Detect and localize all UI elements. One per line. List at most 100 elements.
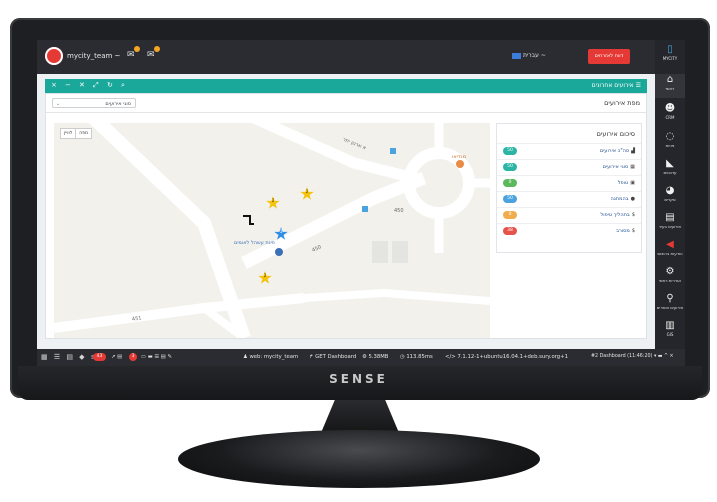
summary-row-text: בתהליך טיפול — [600, 212, 630, 218]
count-badge: 0 — [503, 179, 517, 187]
minimize-icon[interactable]: − — [65, 81, 71, 89]
dollar-icon: $ — [631, 228, 635, 234]
events-map[interactable]: לוויין מפה א ארנון יתר 450 450 451 מגדיא… — [54, 123, 490, 338]
request-info: ↱ GET Dashboard — [309, 354, 357, 360]
version-text: 7.1.12-1+ubuntu16.04.1+deb.sury.org+1 — [457, 354, 568, 360]
summary-row[interactable]: 0 בתהליך טיפול $ — [497, 207, 641, 223]
summary-row[interactable]: 0 טופל ▣ — [497, 175, 641, 191]
event-type-select-label: סוגי אירועים — [105, 101, 131, 107]
sidebar-item-settings[interactable]: ⚙ הגדרות ראשי — [655, 266, 685, 290]
event-pin[interactable]: 2 — [300, 187, 314, 201]
event-pin-count: 2 — [305, 190, 309, 195]
summary-row-label: מסורב $ — [616, 228, 635, 234]
chat-bubble-icon[interactable]: ✉ — [147, 50, 155, 60]
sidebar-item-updates[interactable]: ◣ עדכונים — [655, 158, 685, 182]
time-text: 113.85ms — [406, 354, 433, 360]
memory-text: 5.38MB — [368, 354, 389, 360]
event-pin-selected[interactable]: 1 — [274, 227, 288, 241]
alert-badge[interactable]: 43 — [93, 353, 106, 361]
events-panel: ⌄ סוגי אירועים מפת אירועים לוויין מפה א … — [45, 93, 647, 339]
event-pin-count: 2 — [271, 199, 275, 204]
db-icons[interactable]: ▭ ▬ ☰ ▤ ✎ — [141, 354, 172, 360]
dollar-icon: $ — [631, 212, 635, 218]
sidebar-item-messages[interactable]: ◀ הודעות בהיבוס — [655, 239, 685, 263]
refresh-icon[interactable]: ↻ — [107, 81, 113, 89]
summary-row-text: סוגי אירועים — [602, 164, 629, 170]
expand-icon[interactable]: ⤢ — [93, 81, 99, 90]
sidebar-logo[interactable]: ▯ MYCITY — [655, 44, 685, 61]
sidebar-item-label: אירועים ואתרים — [656, 305, 684, 310]
request-text: GET Dashboard — [315, 354, 357, 360]
team-avatar[interactable] — [45, 47, 63, 65]
summary-row-label: טופל ▣ — [618, 180, 635, 186]
summary-row[interactable]: 50 סה"כ אירועים ▟ — [497, 143, 641, 159]
sidebar-item-surveys[interactable]: ◕ סקרים — [655, 185, 685, 209]
count-badge: 38 — [503, 227, 517, 235]
events-summary: סיכום אירועים 50 סה"כ אירועים ▟ 50 סוגי א… — [496, 123, 642, 253]
map-icon: ▥ — [665, 320, 675, 331]
close-icon[interactable]: × — [51, 81, 57, 89]
count-badge: 50 — [503, 147, 517, 155]
count-badge: 50 — [503, 195, 517, 203]
report-to-citizens-button[interactable]: דווח לאזרחים — [588, 49, 630, 64]
language-selector[interactable]: עברית ~ — [512, 52, 546, 59]
sidebar-item-label: אירועים בעיר — [658, 224, 682, 229]
alert-badge[interactable]: 3 — [129, 353, 137, 361]
sidebar-item-gis[interactable]: ▥ GIS — [655, 320, 685, 344]
sidebar-item-crm[interactable]: ☻ CRM — [655, 103, 685, 127]
screen: mycity_team ~ ✉ ✉ עברית ~ דווח לאזרחים ▯… — [37, 40, 685, 366]
map-type-toggle[interactable]: לוויין מפה — [60, 128, 93, 139]
sidebar-item-places[interactable]: ⚲ אירועים ואתרים — [655, 293, 685, 317]
statusbar-icons[interactable]: ▦ ☰ ▤ ◆ ≡ — [41, 353, 99, 361]
chevron-down-icon: ⌄ — [56, 101, 61, 107]
event-pin[interactable]: 2 — [266, 196, 280, 210]
event-pin-count: 2 — [263, 274, 267, 279]
event-type-select[interactable]: ⌄ סוגי אירועים — [52, 98, 136, 108]
sidebar-item-city-events[interactable]: ▤ אירועים בעיר — [655, 212, 685, 236]
bar-chart-icon: ▟ — [631, 148, 635, 154]
rss-icon: ◣ — [666, 158, 674, 169]
megaphone-icon: ◀ — [666, 239, 674, 250]
count-badge: 0 — [503, 211, 517, 219]
map-toggle[interactable]: מפה — [75, 129, 91, 138]
summary-row[interactable]: 50 בהמתנה ● — [497, 191, 641, 207]
monitor-brand: SENSE — [329, 372, 388, 386]
event-pin[interactable]: 2 — [258, 271, 272, 285]
monitor-stand-base — [178, 430, 540, 488]
top-navbar: mycity_team ~ ✉ ✉ עברית ~ דווח לאזרחים — [37, 40, 655, 74]
memory-info: ⚙ 5.38MB — [362, 354, 389, 360]
collapse-icon[interactable]: ✕ — [79, 81, 85, 89]
map-roads — [54, 123, 490, 338]
summary-row-text: סה"כ אירועים — [599, 148, 630, 154]
poi-label: מגדיאו — [452, 154, 467, 160]
mail-icon[interactable]: ✉ — [127, 50, 135, 60]
satellite-toggle[interactable]: לוויין — [61, 129, 75, 138]
poi-label: פינת עשהל לאומים — [234, 240, 275, 246]
home-icon: ⌂ — [666, 74, 674, 85]
sidebar-item-label: הודעות בהיבוס — [657, 251, 683, 256]
summary-row-label: סה"כ אירועים ▟ — [600, 148, 635, 154]
language-label: עברית ~ — [523, 52, 546, 59]
sidebar-item-home[interactable]: ⌂ ראשי — [655, 74, 685, 98]
gears-icon: ⚙ — [665, 266, 675, 277]
panel-head: ⌄ סוגי אירועים מפת אירועים — [46, 94, 646, 113]
search-icon[interactable]: ⌕ — [121, 81, 125, 90]
grid-icon: ▦ — [630, 164, 635, 170]
phone-logo-icon: ▯ — [667, 44, 673, 55]
pin-icon: ⚲ — [666, 293, 674, 304]
panel-toolbar: × − ✕ ⤢ ↻ ⌕ אירועים אחרונים ☰ — [45, 79, 647, 93]
map-title: מפת אירועים — [604, 99, 640, 107]
summary-row-label: בהמתנה ● — [611, 196, 635, 202]
team-menu[interactable]: mycity_team ~ — [67, 52, 120, 60]
debug-statusbar: ▦ ☰ ▤ ◆ ≡ 43 ↗ ▤ 3 ▭ ▬ ☰ ▤ ✎ ♟ web: myci… — [37, 349, 685, 366]
share-icon[interactable]: ↗ ▤ — [111, 354, 122, 360]
summary-row-text: טופל — [617, 180, 629, 186]
sidebar-item-inquiries[interactable]: ◌ פניות — [655, 131, 685, 155]
dashboard-route-text: #2 Dashboard (11:46:20) — [591, 354, 653, 359]
check-icon: ▣ — [630, 180, 635, 186]
panel-title: אירועים אחרונים ☰ — [591, 82, 641, 89]
summary-row[interactable]: 50 סוגי אירועים ▦ — [497, 159, 641, 175]
summary-row[interactable]: 38 מסורב $ — [497, 223, 641, 239]
dashboard-route[interactable]: #2 Dashboard (11:46:20) ▾ ▬ ^ × — [591, 354, 674, 359]
panel-title-text: אירועים אחרונים — [591, 82, 634, 89]
